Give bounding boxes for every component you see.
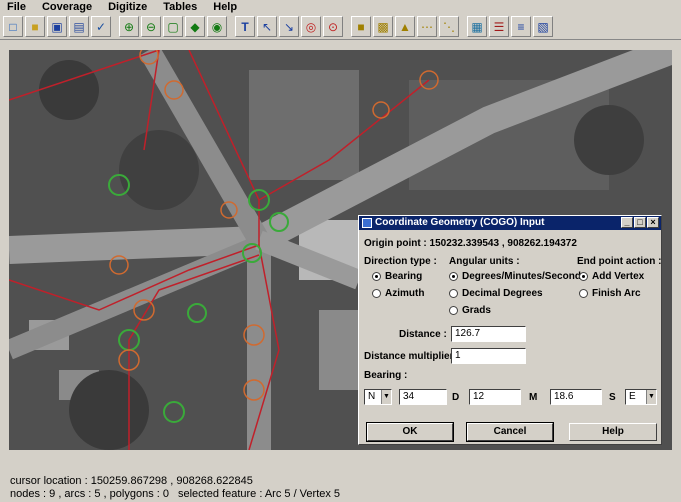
globe-icon[interactable]: ◉	[207, 16, 227, 37]
ok-button[interactable]: OK	[366, 422, 454, 442]
bearing-ew-value: E	[629, 391, 636, 402]
minutes-input[interactable]: 12	[469, 389, 521, 405]
bearing-label: Bearing :	[364, 370, 408, 381]
table-icon[interactable]: ☰	[489, 16, 509, 37]
azimuth-radio[interactable]	[372, 289, 381, 298]
degrees-unit-label: D	[452, 392, 460, 403]
distance-label: Distance :	[399, 329, 447, 340]
save-icon[interactable]: ▣	[47, 16, 67, 37]
bearing-radio-label: Bearing	[385, 271, 423, 282]
zoom-extent-icon[interactable]: ▢	[163, 16, 183, 37]
zoom-out-icon[interactable]: ⊖	[141, 16, 161, 37]
open-icon[interactable]: ■	[25, 16, 45, 37]
circle-cross-icon[interactable]: ⊙	[323, 16, 343, 37]
menu-coverage[interactable]: Coverage	[39, 0, 95, 14]
digitize-icon[interactable]: ▲	[395, 16, 415, 37]
angular-units-label: Angular units :	[449, 256, 520, 267]
finish-arc-radio-label: Finish Arc	[592, 288, 641, 299]
end-point-action-label: End point action :	[577, 256, 662, 267]
status-bar: cursor location : 150259.867298 , 908268…	[0, 467, 681, 502]
direction-type-label: Direction type :	[364, 256, 437, 267]
lock-icon[interactable]: ■	[351, 16, 371, 37]
dms-radio[interactable]	[449, 272, 458, 281]
feature-counts: nodes : 9 , arcs : 5 , polygons : 0	[10, 488, 169, 500]
vertex-chain-icon[interactable]: ⋯	[417, 16, 437, 37]
distance-input[interactable]: 126.7	[451, 326, 526, 342]
menu-bar: File Coverage Digitize Tables Help	[0, 0, 681, 14]
zoom-in-icon[interactable]: ⊕	[119, 16, 139, 37]
add-vertex-radio-label: Add Vertex	[592, 271, 645, 282]
bearing-ns-select[interactable]: N ▼	[364, 389, 392, 405]
menu-help[interactable]: Help	[210, 0, 240, 14]
close-button[interactable]: ×	[647, 217, 659, 228]
print-icon[interactable]: ▤	[69, 16, 89, 37]
azimuth-radio-label: Azimuth	[385, 288, 425, 299]
dialog-title: Coordinate Geometry (COGO) Input	[375, 217, 545, 228]
chevron-down-icon: ▼	[646, 390, 656, 404]
map-icon[interactable]: ▦	[467, 16, 487, 37]
minimize-button[interactable]: _	[621, 217, 633, 228]
distance-multiplier-input[interactable]: 1	[451, 348, 526, 364]
bearing-ns-value: N	[368, 391, 376, 402]
text-tool-icon[interactable]: T	[235, 16, 255, 37]
seconds-unit-label: S	[609, 392, 616, 403]
seconds-input[interactable]: 18.6	[550, 389, 602, 405]
list-icon[interactable]: ≡	[511, 16, 531, 37]
selected-feature: selected feature : Arc 5 / Vertex 5	[178, 488, 341, 500]
finish-arc-radio[interactable]	[579, 289, 588, 298]
cursor-location: cursor location : 150259.867298 , 908268…	[10, 475, 253, 487]
maximize-button[interactable]: □	[634, 217, 646, 228]
calculator-icon[interactable]: ▧	[533, 16, 553, 37]
bearing-ew-select[interactable]: E ▼	[625, 389, 657, 405]
dialog-title-bar[interactable]: Coordinate Geometry (COGO) Input _ □ ×	[359, 216, 661, 230]
distance-multiplier-label: Distance multiplier :	[364, 351, 460, 362]
origin-point: Origin point : 150232.339543 , 908262.19…	[364, 238, 577, 249]
line-tool-icon[interactable]: ↘	[279, 16, 299, 37]
grads-radio-label: Grads	[462, 305, 491, 316]
new-icon[interactable]: □	[3, 16, 23, 37]
circle-tool-icon[interactable]: ◎	[301, 16, 321, 37]
snap-icon[interactable]: ⋱	[439, 16, 459, 37]
minutes-unit-label: M	[529, 392, 538, 403]
cancel-button[interactable]: Cancel	[466, 422, 554, 442]
check-icon[interactable]: ✓	[91, 16, 111, 37]
decimal-degrees-radio[interactable]	[449, 289, 458, 298]
degrees-input[interactable]: 34	[399, 389, 447, 405]
toolbar: □ ■ ▣ ▤ ✓ ⊕ ⊖ ▢ ◆ ◉ T ↖ ↘ ◎ ⊙ ■ ▩ ▲ ⋯ ⋱ …	[0, 14, 681, 40]
bearing-radio[interactable]	[372, 272, 381, 281]
select-tool-icon[interactable]: ↖	[257, 16, 277, 37]
decimal-degrees-radio-label: Decimal Degrees	[462, 288, 543, 299]
menu-tables[interactable]: Tables	[160, 0, 200, 14]
menu-digitize[interactable]: Digitize	[105, 0, 150, 14]
dms-radio-label: Degrees/Minutes/Seconds	[462, 271, 587, 282]
menu-file[interactable]: File	[4, 0, 29, 14]
cogo-icon	[362, 218, 372, 228]
stack-icon[interactable]: ▩	[373, 16, 393, 37]
help-button[interactable]: Help	[569, 423, 657, 441]
pan-icon[interactable]: ◆	[185, 16, 205, 37]
cogo-dialog: Coordinate Geometry (COGO) Input _ □ × O…	[358, 215, 662, 445]
add-vertex-radio[interactable]	[579, 272, 588, 281]
chevron-down-icon: ▼	[381, 390, 391, 404]
grads-radio[interactable]	[449, 306, 458, 315]
